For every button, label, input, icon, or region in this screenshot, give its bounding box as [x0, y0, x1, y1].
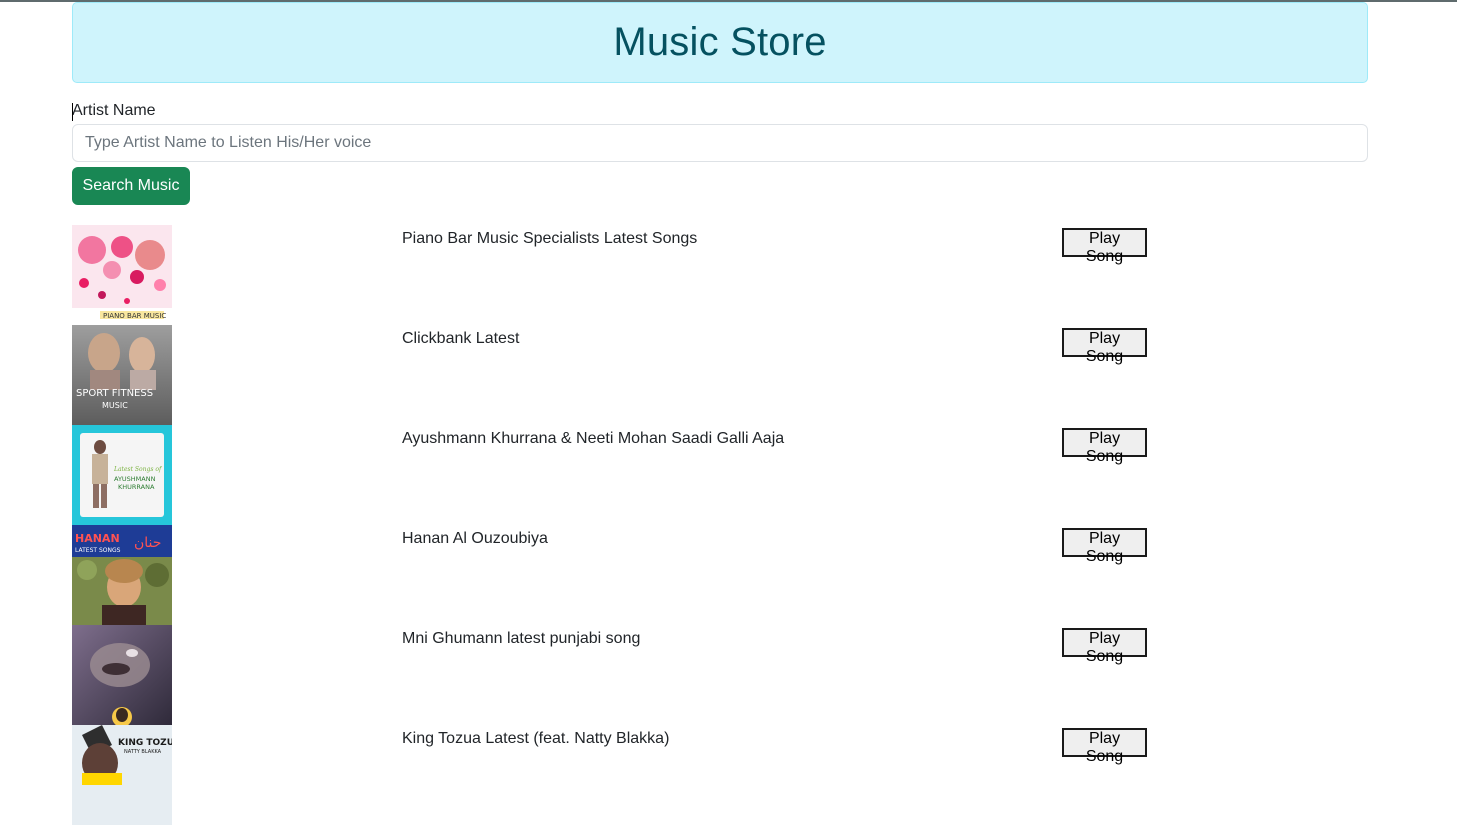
svg-text:Latest Songs of: Latest Songs of: [113, 466, 163, 473]
song-title: Mni Ghumann latest punjabi song: [402, 630, 641, 647]
cover-text: PIANO BAR MUSIC: [103, 312, 166, 320]
svg-text:KHURRANA: KHURRANA: [118, 483, 155, 491]
song-list: PIANO BAR MUSIC Piano Bar Music Speciali…: [72, 225, 1368, 825]
cover-text: KING TOZUA: [118, 738, 172, 748]
play-song-button[interactable]: Play Song: [1062, 628, 1147, 665]
svg-text:حنان: حنان: [134, 535, 161, 551]
song-title: King Tozua Latest (feat. Natty Blakka): [402, 730, 670, 747]
page-title: Music Store: [613, 20, 827, 64]
album-cover-image: SPORT FITNESS MUSIC: [72, 325, 172, 425]
cover-text: HANAN: [75, 532, 120, 545]
album-cover-image: Latest Songs of AYUSHMANN KHURRANA: [72, 425, 172, 525]
song-row: Latest Songs of AYUSHMANN KHURRANA Ayush…: [72, 425, 1368, 525]
album-cover-image: PIANO BAR MUSIC: [72, 225, 172, 325]
song-row: HANAN LATEST SONGS حنان Hanan Al Ouzoubi…: [72, 525, 1368, 625]
text-cursor: [72, 103, 73, 121]
song-row: KING TOZUA NATTY BLAKKA King Tozua Lates…: [72, 725, 1368, 825]
play-song-button[interactable]: Play Song: [1062, 228, 1147, 265]
main-container: Music Store Artist Name Search Music: [72, 2, 1368, 825]
album-cover-image: [72, 625, 172, 725]
artist-name-label-text: Artist Name: [72, 102, 156, 119]
play-song-button[interactable]: Play Song: [1062, 528, 1147, 565]
song-title: Piano Bar Music Specialists Latest Songs: [402, 230, 698, 247]
header-banner: Music Store: [72, 2, 1368, 83]
play-song-button[interactable]: Play Song: [1062, 328, 1147, 365]
song-title: Ayushmann Khurrana & Neeti Mohan Saadi G…: [402, 430, 785, 447]
song-row: PIANO BAR MUSIC Piano Bar Music Speciali…: [72, 225, 1368, 325]
album-cover-image: KING TOZUA NATTY BLAKKA: [72, 725, 172, 825]
artist-search-input[interactable]: [72, 124, 1368, 162]
song-title: Hanan Al Ouzoubiya: [402, 530, 548, 547]
svg-text:LATEST SONGS: LATEST SONGS: [75, 547, 121, 554]
song-title: Clickbank Latest: [402, 330, 520, 347]
album-cover-image: HANAN LATEST SONGS حنان: [72, 525, 172, 625]
cover-text: AYUSHMANN: [114, 475, 156, 483]
song-row: Mni Ghumann latest punjabi song Play Son…: [72, 625, 1368, 725]
svg-text:NATTY BLAKKA: NATTY BLAKKA: [124, 749, 162, 755]
svg-text:MUSIC: MUSIC: [102, 401, 128, 410]
song-row: SPORT FITNESS MUSIC Clickbank Latest Pla…: [72, 325, 1368, 425]
play-song-button[interactable]: Play Song: [1062, 428, 1147, 465]
cover-text: SPORT FITNESS: [76, 388, 153, 399]
play-song-button[interactable]: Play Song: [1062, 728, 1147, 765]
search-music-button[interactable]: Search Music: [72, 167, 190, 205]
artist-name-label: Artist Name: [72, 102, 156, 121]
